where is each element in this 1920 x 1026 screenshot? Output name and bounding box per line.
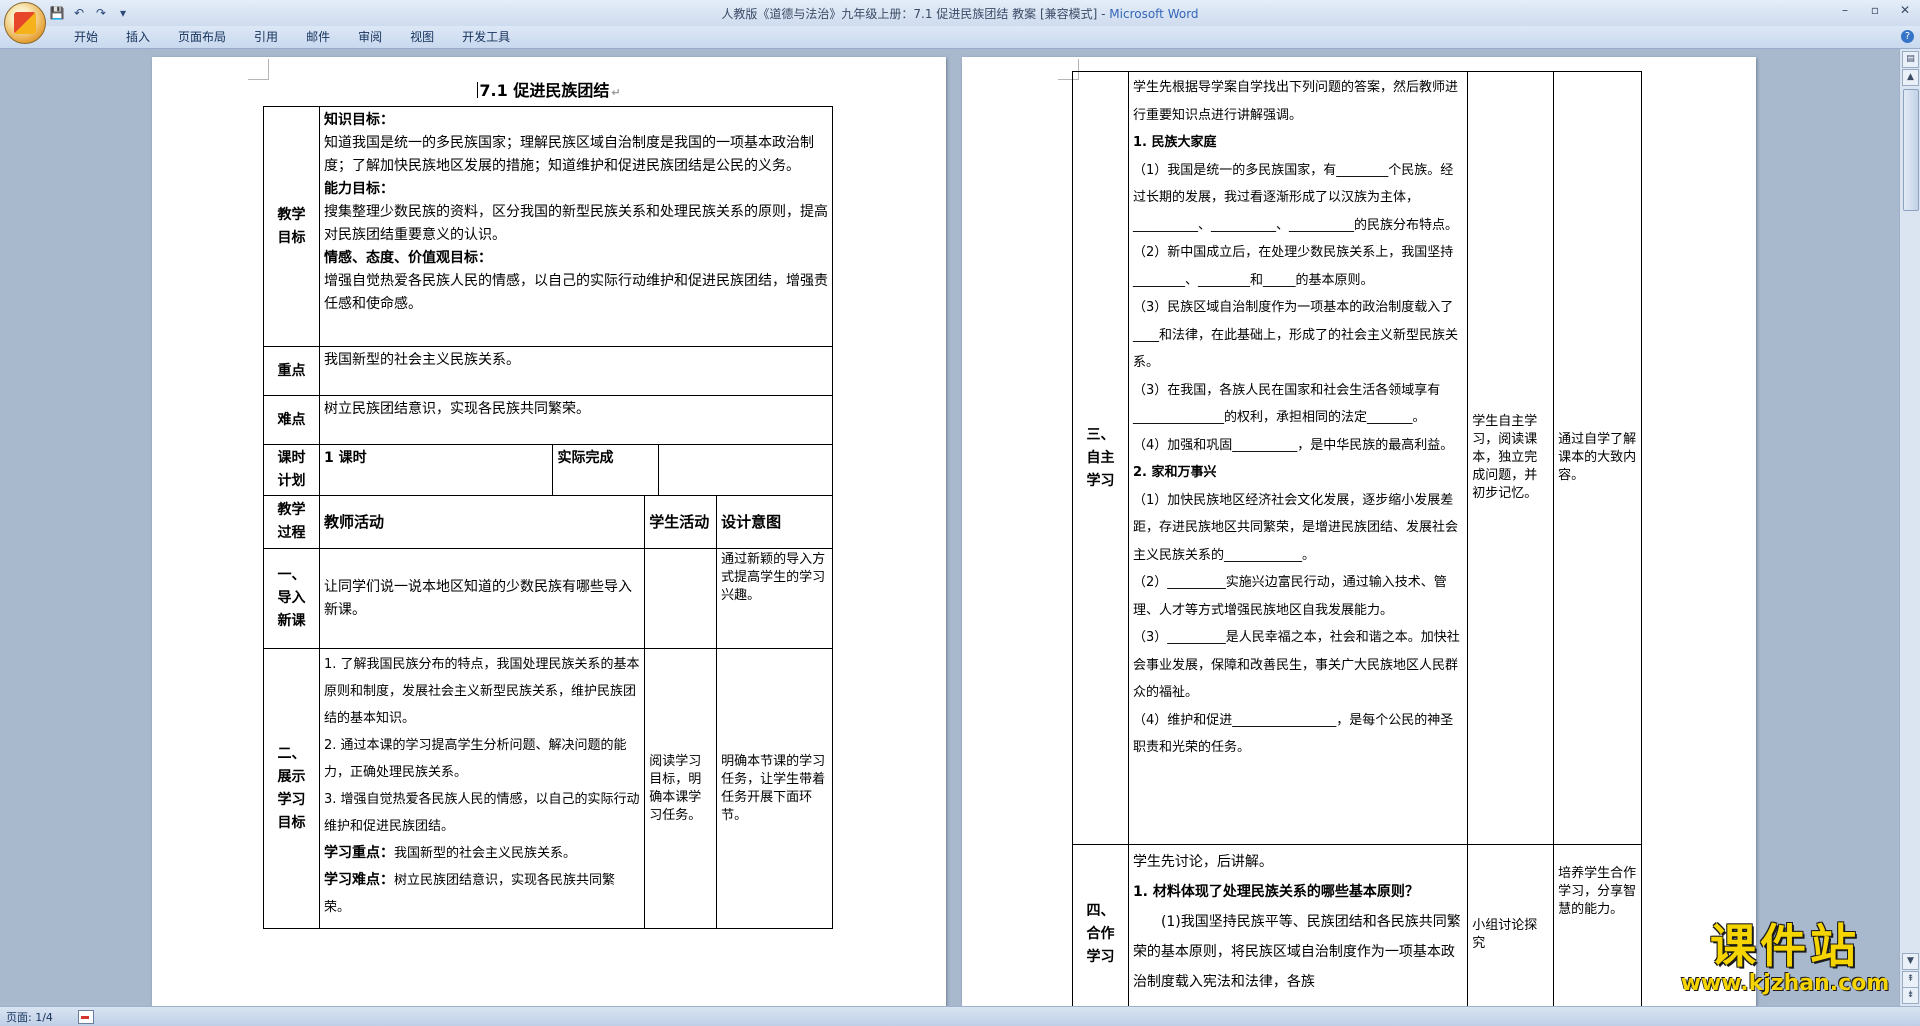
section4-answer: (1)我国坚持民族平等、民族团结和各民族共同繁荣的基本原则，将民族区域自治制度作… xyxy=(1132,914,1461,990)
page-title: 7.1 促进民族团结 ↵ xyxy=(477,81,621,100)
question-item: （3）在我国，各族人民在国家和社会生活各领域享有______________的权… xyxy=(1132,382,1441,426)
process-label: 教学 过程 xyxy=(263,495,320,549)
vertical-scrollbar[interactable]: ▤ ▲ ▼ ⇞ ⇟ xyxy=(1899,49,1920,1006)
key-text: 我国新型的社会主义民族关系。 xyxy=(318,346,834,396)
objective-item: 3. 增强自觉热爱各民族人民的情感，以自己的实际行动维护和促进民族团结。 xyxy=(323,792,640,834)
scroll-thumb[interactable] xyxy=(1903,89,1919,211)
office-logo-icon xyxy=(14,12,36,34)
page-1: 7.1 促进民族团结 ↵ 教学 目标 知识目标： 知道我国是统一的多民族国家；理解… xyxy=(152,57,946,1006)
ribbon-tabs: 开始 插入 页面布局 引用 邮件 审阅 视图 开发工具 ? xyxy=(0,26,1920,49)
ruler-toggle-icon[interactable]: ▤ xyxy=(1902,51,1919,68)
page-2: 三、 自主 学习 学生先根据导学案自学找出下列问题的答案，然后教师进行重要知识点… xyxy=(962,57,1756,1006)
study-key-head: 学习重点： xyxy=(323,845,394,861)
close-button[interactable]: ✕ xyxy=(1890,0,1920,20)
watermark-url: www.kjzhan.com xyxy=(1680,971,1890,996)
section3-student: 学生自主学习，阅读课本，独立完成问题，并初步记忆。 xyxy=(1467,71,1555,845)
question-item: （1）加快民族地区经济社会文化发展，逐步缩小发展差距，存进民族地区共同繁荣，是增… xyxy=(1132,492,1458,563)
tab-view[interactable]: 视图 xyxy=(396,29,448,46)
section1-teacher: 让同学们说一说本地区知道的少数民族有哪些导入新课。 xyxy=(318,548,646,649)
objective-item: 2. 通过本课的学习提高学生分析问题、解决问题的能力，正确处理民族关系。 xyxy=(323,738,627,780)
tab-developer[interactable]: 开发工具 xyxy=(448,29,524,46)
title-bar: 💾 ↶ ↷ ▾ 人教版《道德与法治》九年级上册：7.1 促进民族团结 教案 [兼… xyxy=(0,0,1920,44)
section1-student xyxy=(644,548,718,649)
tab-insert[interactable]: 插入 xyxy=(112,29,164,46)
question-item: （3）民族区域自治制度作为一项基本的政治制度载入了____和法律，在此基础上，形… xyxy=(1132,300,1458,370)
previous-page-icon[interactable]: ⇞ xyxy=(1902,971,1919,988)
window-title: 人教版《道德与法治》九年级上册：7.1 促进民族团结 教案 [兼容模式] - M… xyxy=(0,5,1920,22)
knowledge-head: 知识目标： xyxy=(323,112,394,128)
emotion-head: 情感、态度、价值观目标： xyxy=(323,250,492,266)
lesson-plan-table-continued: 三、 自主 学习 学生先根据导学案自学找出下列问题的答案，然后教师进行重要知识点… xyxy=(1072,71,1642,1006)
key-label: 重点 xyxy=(263,346,320,396)
next-page-icon[interactable]: ⇟ xyxy=(1902,987,1919,1004)
question-item: （2）新中国成立后，在处理少数民族关系上，我国坚持________、______… xyxy=(1132,245,1454,288)
section4-label: 四、 合作 学习 xyxy=(1072,844,1129,1006)
section2-student: 阅读学习目标，明确本课学习任务。 xyxy=(644,648,718,929)
section3-label: 三、 自主 学习 xyxy=(1072,71,1129,845)
watermark: 课件站 www.kjzhan.com xyxy=(1670,920,1900,996)
question-item: （2）_________实施兴边富民行动，通过输入技术、管理、人才等方式增强民族… xyxy=(1132,575,1447,618)
col-teacher: 教师活动 xyxy=(318,495,646,549)
document-area: 7.1 促进民族团结 ↵ 教学 目标 知识目标： 知道我国是统一的多民族国家；理解… xyxy=(0,49,1900,1006)
knowledge-text: 知道我国是统一的多民族国家；理解民族区域自治制度是我国的一项基本政治制度；了解加… xyxy=(323,135,814,174)
section1-design: 通过新颖的导入方式提高学生的学习兴趣。 xyxy=(716,548,833,649)
tab-references[interactable]: 引用 xyxy=(240,29,292,46)
minimize-button[interactable]: – xyxy=(1830,0,1860,20)
objective-item: 1. 了解我国民族分布的特点，我国处理民族关系的基本原则和制度，发展社会主义新型… xyxy=(323,657,640,726)
col-design: 设计意图 xyxy=(716,495,833,549)
office-button[interactable] xyxy=(4,2,46,44)
status-bar: 页面: 1/4 xyxy=(0,1006,1920,1026)
tab-mailings[interactable]: 邮件 xyxy=(292,29,344,46)
ability-head: 能力目标： xyxy=(323,181,394,197)
tab-page-layout[interactable]: 页面布局 xyxy=(164,29,240,46)
watermark-text: 课件站 xyxy=(1710,919,1860,973)
document-title: 人教版《道德与法治》九年级上册：7.1 促进民族团结 教案 [兼容模式] - xyxy=(721,7,1110,21)
hours-value: 1 课时 xyxy=(318,444,554,496)
hours-label: 课时 计划 xyxy=(263,444,320,496)
section4-question: 1. 材料体现了处理民族关系的哪些基本原则？ xyxy=(1132,884,1419,900)
proofing-icon[interactable] xyxy=(78,1010,94,1024)
section1-label: 一、 导入 新课 xyxy=(263,548,320,649)
study-key-text: 我国新型的社会主义民族关系。 xyxy=(393,846,576,861)
section4-teacher: 学生先讨论，后讲解。 1. 材料体现了处理民族关系的哪些基本原则？ (1)我国坚… xyxy=(1127,844,1469,1006)
emotion-text: 增强自觉热爱各民族人民的情感，以自己的实际行动维护和促进民族团结，增强责任感和使… xyxy=(323,273,828,312)
help-icon[interactable]: ? xyxy=(1901,30,1914,43)
actual-label: 实际完成 xyxy=(552,444,660,496)
section3-design: 通过自学了解课本的大致内容。 xyxy=(1553,71,1642,845)
ability-text: 搜集整理少数民族的资料，区分我国的新型民族关系和处理民族关系的原则，提高对民族团… xyxy=(323,204,828,243)
col-student: 学生活动 xyxy=(644,495,718,549)
question-item: （1）我国是统一的多民族国家，有________个民族。经过长期的发展，我过看逐… xyxy=(1132,162,1458,233)
objectives-cell: 知识目标： 知道我国是统一的多民族国家；理解民族区域自治制度是我国的一项基本政治… xyxy=(318,106,834,347)
section4-student: 小组讨论探究 xyxy=(1467,844,1555,1006)
section3-heading1: 1. 民族大家庭 xyxy=(1132,135,1217,150)
tab-review[interactable]: 审阅 xyxy=(344,29,396,46)
lesson-plan-table: 教学 目标 知识目标： 知道我国是统一的多民族国家；理解民族区域自治制度是我国的… xyxy=(263,106,834,929)
tab-home[interactable]: 开始 xyxy=(60,29,112,46)
difficulty-text: 树立民族团结意识，实现各民族共同繁荣。 xyxy=(318,395,834,445)
maximize-button[interactable]: ▫ xyxy=(1860,0,1890,20)
section2-teacher: 1. 了解我国民族分布的特点，我国处理民族关系的基本原则和制度，发展社会主义新型… xyxy=(318,648,646,929)
section4-design: 培养学生合作学习，分享智慧的能力。 xyxy=(1553,844,1642,1006)
objectives-label: 教学 目标 xyxy=(263,106,320,347)
scroll-down-icon[interactable]: ▼ xyxy=(1902,953,1919,970)
study-diff-head: 学习难点： xyxy=(323,872,394,888)
section2-design: 明确本节课的学习任务，让学生带着任务开展下面环节。 xyxy=(716,648,833,929)
section3-intro: 学生先根据导学案自学找出下列问题的答案，然后教师进行重要知识点进行讲解强调。 xyxy=(1132,80,1458,123)
app-name: Microsoft Word xyxy=(1109,7,1199,21)
question-item: （4）维护和促进________________，是每个公民的神圣职责和光荣的任… xyxy=(1132,712,1454,756)
difficulty-label: 难点 xyxy=(263,395,320,445)
question-item: （4）加强和巩固__________，是中华民族的最高利益。 xyxy=(1132,437,1454,453)
section3-heading2: 2. 家和万事兴 xyxy=(1132,465,1217,480)
page-count-status[interactable]: 页面: 1/4 xyxy=(6,1009,53,1025)
scroll-up-icon[interactable]: ▲ xyxy=(1902,69,1919,86)
window-controls: – ▫ ✕ xyxy=(1830,0,1920,20)
section2-label: 二、 展示 学习 目标 xyxy=(263,648,320,929)
section3-teacher: 学生先根据导学案自学找出下列问题的答案，然后教师进行重要知识点进行讲解强调。 1… xyxy=(1127,71,1469,845)
question-item: （3）_________是人民幸福之本，社会和谐之本。加快社会事业发展，保障和改… xyxy=(1132,630,1460,700)
section4-intro: 学生先讨论，后讲解。 xyxy=(1132,854,1273,870)
actual-value xyxy=(658,444,833,496)
